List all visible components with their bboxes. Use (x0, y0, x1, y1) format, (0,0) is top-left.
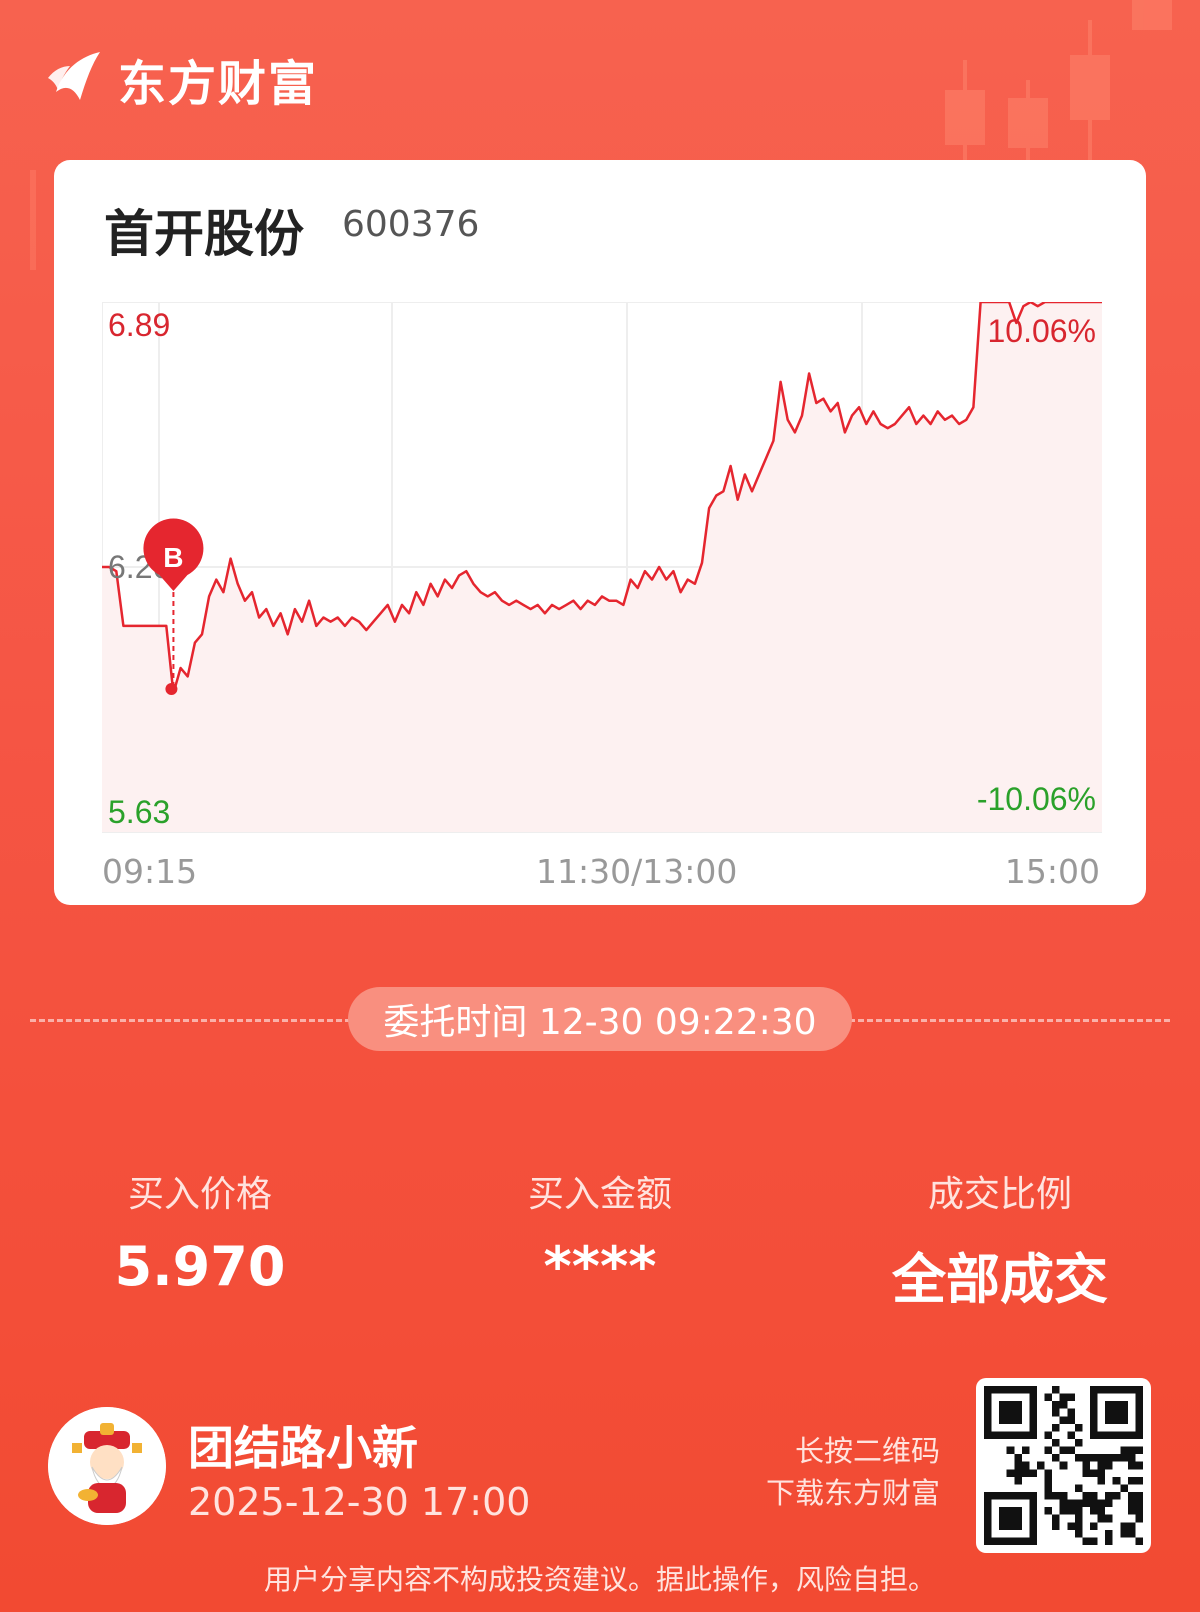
stat-buy-price-label: 买入价格 (127, 1174, 272, 1215)
y-max-label: 6.89 (108, 307, 170, 343)
brand-name: 东方财富 (118, 56, 319, 112)
share-datetime: 2025-12-30 17:00 (188, 1480, 531, 1524)
x-tick-end: 15:00 (1004, 852, 1100, 891)
qr-hint-line2: 下载东方财富 (765, 1476, 940, 1510)
stat-buy-amount-value: **** (543, 1235, 657, 1298)
brand-header: 东方财富 (46, 44, 318, 114)
qr-code[interactable] (976, 1378, 1151, 1553)
stock-code: 600376 (342, 204, 480, 245)
avatar-caishen-icon (48, 1407, 166, 1525)
buy-marker-label: B (163, 542, 183, 573)
stat-buy-price: 买入价格 5.970 (35, 1165, 365, 1298)
y-min-label: 5.63 (108, 794, 170, 830)
stock-name: 首开股份 (104, 205, 304, 263)
stat-fill-ratio-label: 成交比例 (927, 1174, 1072, 1215)
qr-code-icon (984, 1386, 1143, 1545)
x-tick-start: 09:15 (102, 852, 198, 891)
stat-buy-amount: 买入金额 **** (435, 1165, 765, 1298)
x-tick-mid: 11:30/13:00 (536, 852, 738, 891)
buy-marker-dot (165, 682, 178, 695)
stat-buy-amount-label: 买入金额 (527, 1174, 672, 1215)
eastmoney-logo-icon (48, 52, 100, 100)
stock-card: 首开股份 600376 6.89 6.26 5.63 10.06% -10.06… (54, 160, 1146, 905)
order-time-pill: 委托时间 12-30 09:22:30 (348, 987, 852, 1051)
stat-fill-ratio: 成交比例 全部成交 (835, 1165, 1165, 1314)
pct-max-label: 10.06% (987, 313, 1096, 349)
pct-min-label: -10.06% (977, 781, 1096, 817)
user-name: 团结路小新 (188, 1421, 418, 1475)
intraday-price-chart: 6.89 6.26 5.63 10.06% -10.06% B (102, 302, 1102, 833)
disclaimer: 用户分享内容不构成投资建议。据此操作，风险自担。 (263, 1563, 936, 1596)
stat-fill-ratio-value: 全部成交 (892, 1248, 1108, 1311)
qr-hint-line1: 长按二维码 (794, 1434, 940, 1468)
stat-buy-price-value: 5.970 (114, 1235, 286, 1298)
avatar[interactable] (48, 1407, 166, 1525)
